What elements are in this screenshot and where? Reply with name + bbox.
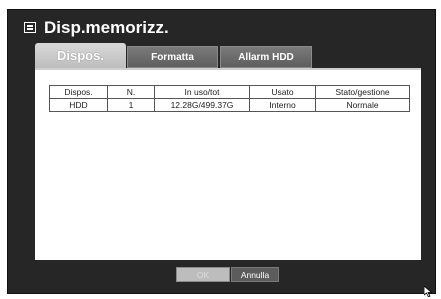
tab-dispos[interactable]: Dispos. <box>35 43 126 68</box>
table-row[interactable]: HDD 1 12.28G/499.37G Interno Normale <box>49 98 410 112</box>
column-header-number: N. <box>107 85 155 99</box>
mouse-pointer-icon <box>424 286 433 297</box>
content-panel: Dispos. N. In uso/tot Usato Stato/gestio… <box>35 70 421 260</box>
column-header-used: Usato <box>249 85 316 99</box>
dialog-title: Disp.memorizz. <box>44 18 169 37</box>
dialog-title-bar: Disp.memorizz. <box>24 16 169 40</box>
table-header-row: Dispos. N. In uso/tot Usato Stato/gestio… <box>49 85 410 99</box>
column-header-device: Dispos. <box>49 85 108 99</box>
column-header-usage: In uso/tot <box>154 85 250 99</box>
cell-status: Normale <box>315 98 410 112</box>
cell-used: Interno <box>249 98 316 112</box>
cell-usage: 12.28G/499.37G <box>154 98 250 112</box>
cell-number: 1 <box>107 98 155 112</box>
ok-button[interactable]: OK <box>176 267 230 282</box>
tab-formatta[interactable]: Formatta <box>127 46 218 68</box>
cell-device: HDD <box>49 98 108 112</box>
screen: Disp.memorizz. Dispos. Formatta Allarm H… <box>0 0 441 299</box>
device-table: Dispos. N. In uso/tot Usato Stato/gestio… <box>49 85 410 112</box>
cancel-button[interactable]: Annulla <box>231 267 279 282</box>
column-header-status: Stato/gestione <box>315 85 410 99</box>
tab-allarm-hdd[interactable]: Allarm HDD <box>220 46 312 68</box>
hdd-panel-icon <box>24 21 38 35</box>
